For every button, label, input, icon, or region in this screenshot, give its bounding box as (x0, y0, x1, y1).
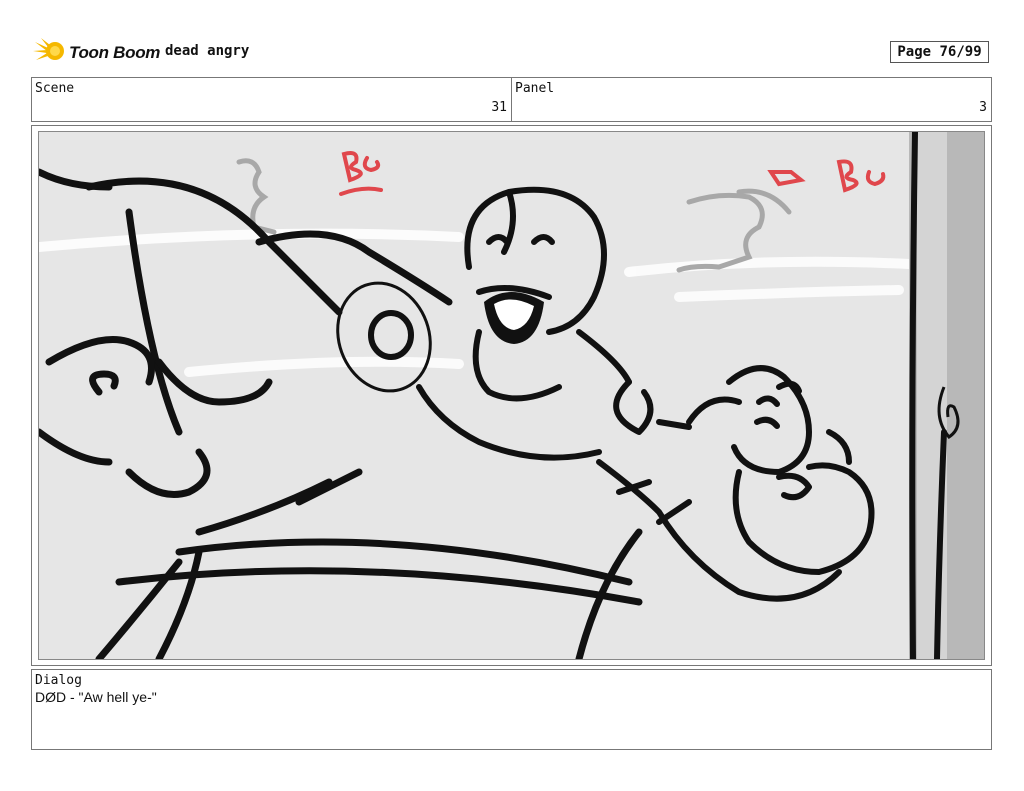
dialog-text: DØD - "Aw hell ye-" (35, 689, 157, 705)
toon-boom-logo-icon (33, 36, 67, 70)
panel-label: Panel (515, 81, 555, 96)
scene-number: 31 (491, 100, 507, 115)
dialog-box: Dialog DØD - "Aw hell ye-" (31, 669, 992, 750)
scene-label: Scene (35, 81, 75, 96)
scene-cell: Scene 31 (32, 78, 511, 121)
panel-cell: Panel 3 (511, 78, 991, 121)
storyboard-panel (31, 125, 992, 666)
scene-panel-info: Scene 31 Panel 3 (31, 77, 992, 122)
panel-number: 3 (979, 100, 987, 115)
logo-text: Toon Boom (69, 43, 161, 62)
page-label: Page 76/99 (897, 44, 982, 60)
page-indicator: Page 76/99 (890, 41, 989, 63)
panel-sketch-image (38, 131, 985, 660)
toon-boom-logo: Toon Boom (33, 36, 160, 70)
panel-sketch-drawing (39, 132, 984, 659)
project-title: dead angry (165, 43, 250, 59)
dialog-label: Dialog (35, 673, 82, 688)
